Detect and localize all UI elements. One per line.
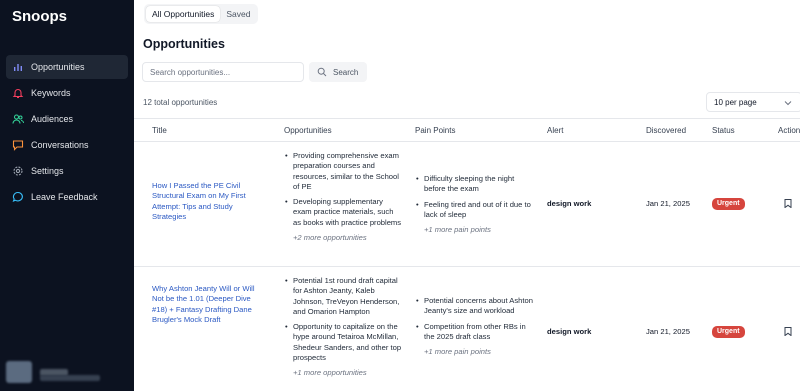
status-cell: Urgent (712, 326, 745, 339)
pain-point-item: Feeling tired and out of it due to lack … (415, 200, 535, 221)
more-opportunities-link[interactable]: +2 more opportunities (284, 233, 402, 243)
opportunity-item: Opportunity to capitalize on the hype ar… (284, 322, 402, 363)
sidebar-item-audiences[interactable]: Audiences (6, 107, 128, 131)
avatar (6, 361, 32, 383)
column-header-pain-points: Pain Points (415, 126, 456, 135)
opportunity-title-link[interactable]: How I Passed the PE Civil Structural Exa… (152, 181, 260, 222)
message-circle-icon (12, 191, 24, 203)
sidebar-item-label: Opportunities (31, 62, 85, 72)
opportunity-title-link[interactable]: Why Ashton Jeanty Will or Will Not be th… (152, 284, 266, 325)
sidebar-item-conversations[interactable]: Conversations (6, 133, 128, 157)
column-header-title: Title (152, 126, 167, 135)
more-opportunities-link[interactable]: +1 more opportunities (284, 368, 402, 378)
column-header-actions: Actions (778, 126, 800, 135)
sidebar-item-settings[interactable]: Settings (6, 159, 128, 183)
search-button-label: Search (333, 67, 359, 77)
opportunities-table: Title Opportunities Pain Points Alert Di… (134, 118, 800, 391)
per-page-value: 10 per page (714, 97, 757, 107)
status-badge: Urgent (712, 326, 745, 339)
app-logo[interactable]: Snoops (12, 8, 67, 25)
table-header: Title Opportunities Pain Points Alert Di… (134, 118, 800, 142)
sidebar-item-opportunities[interactable]: Opportunities (6, 55, 128, 79)
more-pain-points-link[interactable]: +1 more pain points (415, 225, 535, 235)
opportunity-item: Providing comprehensive exam preparation… (284, 151, 402, 192)
sidebar-item-label: Audiences (31, 114, 74, 124)
chevron-down-icon (784, 101, 792, 106)
sidebar: Snoops Opportunities Keywords Audiences … (0, 0, 134, 391)
pain-point-item: Difficulty sleeping the night before the… (415, 174, 535, 195)
sidebar-item-leave-feedback[interactable]: Leave Feedback (6, 185, 128, 209)
page-title: Opportunities (143, 37, 225, 51)
sidebar-nav: Opportunities Keywords Audiences Convers… (6, 55, 128, 211)
user-profile[interactable] (6, 361, 100, 383)
opportunity-item: Developing supplementary exam practice m… (284, 197, 402, 228)
pain-point-item: Potential concerns about Ashton Jeanty's… (415, 296, 535, 317)
tab-all-opportunities[interactable]: All Opportunities (146, 6, 221, 22)
sidebar-item-label: Conversations (31, 140, 89, 150)
per-page-select[interactable]: 10 per page (706, 92, 800, 112)
tab-saved[interactable]: Saved (220, 6, 256, 22)
status-badge: Urgent (712, 198, 745, 211)
opportunity-item: Potential 1st round draft capital for As… (284, 276, 402, 317)
search-button[interactable]: Search (309, 62, 367, 82)
bookmark-icon (784, 199, 792, 209)
bookmark-button[interactable] (784, 199, 792, 211)
bar-chart-icon (12, 61, 24, 73)
table-row: How I Passed the PE Civil Structural Exa… (134, 142, 800, 267)
view-tabs: All Opportunities Saved (144, 4, 259, 24)
discovered-date: Jan 21, 2025 (646, 327, 690, 336)
table-row: Why Ashton Jeanty Will or Will Not be th… (134, 267, 800, 391)
sidebar-item-label: Settings (31, 166, 64, 176)
column-header-opportunities: Opportunities (284, 126, 332, 135)
alert-keyword: design work (547, 327, 592, 336)
opportunities-cell: Providing comprehensive exam preparation… (284, 151, 402, 243)
column-header-discovered: Discovered (646, 126, 687, 135)
status-cell: Urgent (712, 198, 745, 211)
total-count: 12 total opportunities (143, 98, 218, 107)
bookmark-icon (784, 327, 792, 337)
sidebar-item-label: Leave Feedback (31, 192, 98, 202)
main-content: All Opportunities Saved Opportunities Se… (134, 0, 800, 391)
opportunities-cell: Potential 1st round draft capital for As… (284, 276, 402, 379)
search-input[interactable] (142, 62, 304, 82)
pain-points-cell: Potential concerns about Ashton Jeanty's… (415, 296, 535, 357)
bell-icon (12, 87, 24, 99)
discovered-date: Jan 21, 2025 (646, 199, 690, 208)
gear-icon (12, 165, 24, 177)
message-square-icon (12, 139, 24, 151)
sidebar-item-keywords[interactable]: Keywords (6, 81, 128, 105)
column-header-alert: Alert (547, 126, 564, 135)
user-meta-redacted (40, 375, 100, 381)
search-icon (317, 67, 327, 77)
sidebar-item-label: Keywords (31, 88, 71, 98)
bookmark-button[interactable] (784, 327, 792, 339)
more-pain-points-link[interactable]: +1 more pain points (415, 347, 535, 357)
column-header-status: Status (712, 126, 735, 135)
pain-point-item: Competition from other RBs in the 2025 d… (415, 322, 535, 343)
users-icon (12, 113, 24, 125)
pain-points-cell: Difficulty sleeping the night before the… (415, 174, 535, 235)
alert-keyword: design work (547, 199, 592, 208)
